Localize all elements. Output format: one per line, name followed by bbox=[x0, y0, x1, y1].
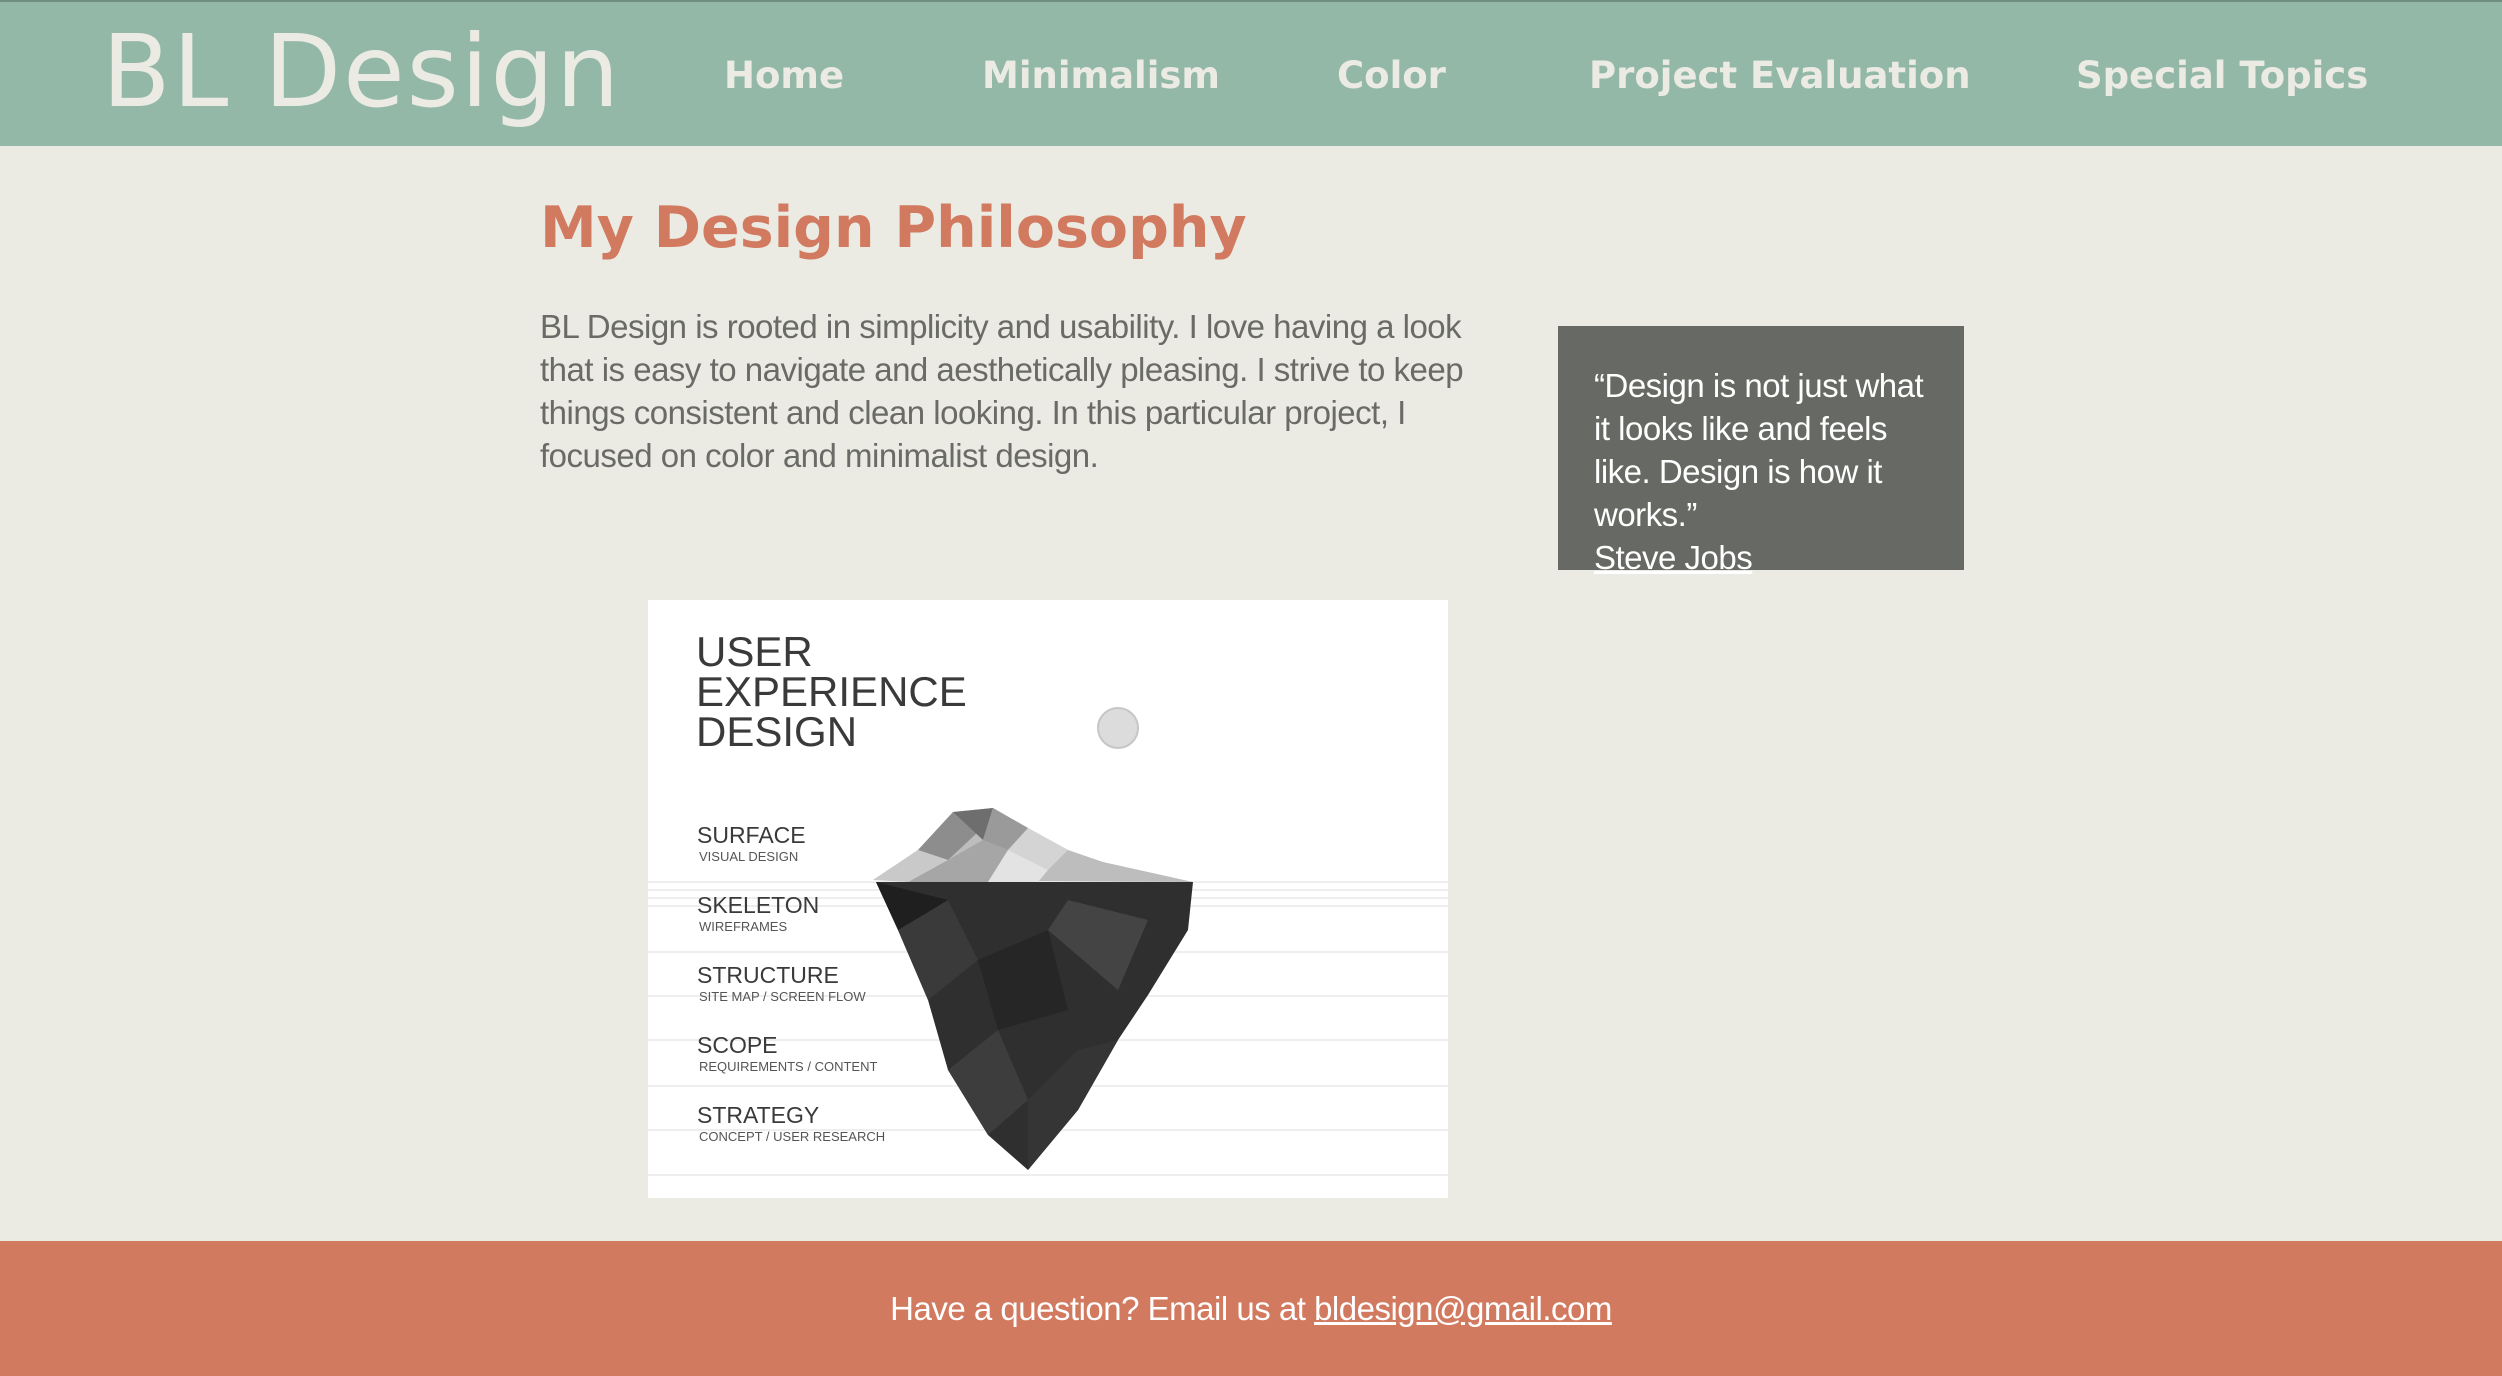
layer-sub: WIREFRAMES bbox=[699, 919, 787, 934]
quote-text: “Design is not just what it looks like a… bbox=[1594, 367, 1924, 533]
intro-paragraph: BL Design is rooted in simplicity and us… bbox=[540, 308, 1464, 474]
site-logo[interactable]: BL Design bbox=[102, 12, 621, 132]
moon-icon bbox=[1097, 707, 1139, 749]
nav-home[interactable]: Home bbox=[724, 46, 844, 106]
ux-iceberg-image: USER EXPERIENCE DESIGN SURFACE VISUAL DE… bbox=[648, 600, 1448, 1198]
figure-title-line: DESIGN bbox=[696, 708, 857, 755]
page-title: My Design Philosophy bbox=[540, 195, 1247, 261]
layer-name: SKELETON bbox=[697, 892, 819, 918]
site-footer: Have a question? Email us at bldesign@gm… bbox=[0, 1241, 2502, 1376]
quote-box: “Design is not just what it looks like a… bbox=[1558, 326, 1964, 576]
quote-author-link[interactable]: Steve Jobs bbox=[1594, 539, 1753, 576]
layer-name: STRUCTURE bbox=[697, 962, 839, 988]
layer-name: STRATEGY bbox=[697, 1102, 819, 1128]
layer-sub: CONCEPT / USER RESEARCH bbox=[699, 1129, 885, 1144]
footer-email-link[interactable]: bldesign@gmail.com bbox=[1314, 1290, 1612, 1327]
layer-sub: SITE MAP / SCREEN FLOW bbox=[699, 989, 866, 1004]
figure-title: USER EXPERIENCE DESIGN bbox=[696, 628, 967, 755]
nav-project-evaluation[interactable]: Project Evaluation bbox=[1589, 46, 1971, 106]
layer-name: SCOPE bbox=[697, 1032, 778, 1058]
layer-labels: SURFACE VISUAL DESIGN SKELETON WIREFRAME… bbox=[697, 822, 885, 1144]
nav-minimalism[interactable]: Minimalism bbox=[982, 46, 1220, 106]
site-header: BL Design Home Minimalism Color Project … bbox=[0, 0, 2502, 146]
layer-sub: REQUIREMENTS / CONTENT bbox=[699, 1059, 877, 1074]
nav-special-topics[interactable]: Special Topics bbox=[2076, 46, 2368, 106]
footer-contact: Have a question? Email us at bldesign@gm… bbox=[0, 1287, 2502, 1331]
nav-color[interactable]: Color bbox=[1337, 46, 1446, 106]
layer-name: SURFACE bbox=[697, 822, 806, 848]
layer-sub: VISUAL DESIGN bbox=[699, 849, 798, 864]
footer-text: Have a question? Email us at bbox=[890, 1290, 1315, 1327]
ux-iceberg-graphic: USER EXPERIENCE DESIGN SURFACE VISUAL DE… bbox=[648, 628, 1448, 1176]
iceberg-icon bbox=[873, 808, 1193, 1170]
